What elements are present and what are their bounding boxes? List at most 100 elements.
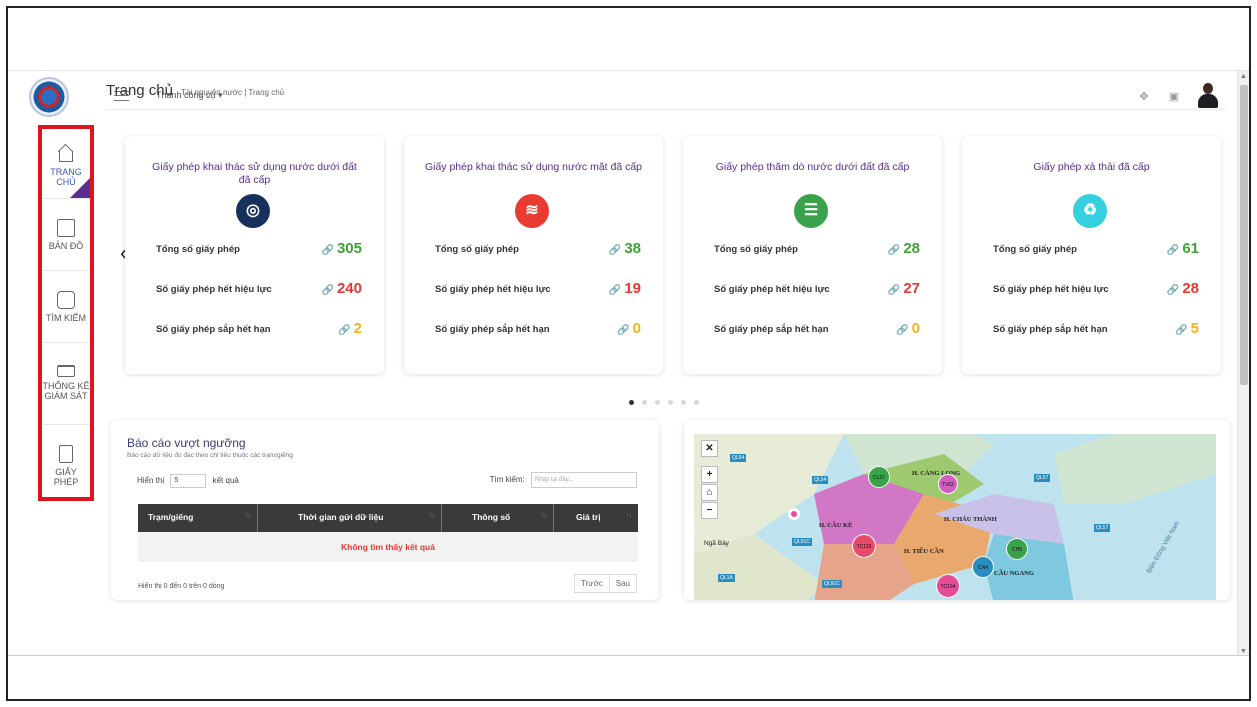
column-header-value[interactable]: Giá trị: [554, 504, 638, 532]
zoom-in-button[interactable]: +: [701, 466, 718, 483]
station-marker[interactable]: CH5: [1006, 538, 1028, 560]
column-header-station[interactable]: Trạm/giếng: [138, 504, 258, 532]
sidebar-item-label: TÌM KIẾM: [46, 313, 86, 323]
card-title: Giấy phép thăm dò nước dưới đất đã cấp: [715, 161, 910, 173]
report-subtitle: Báo cáo dữ liệu đo đạc theo chỉ tiêu thu…: [127, 452, 293, 459]
expired-licenses-value[interactable]: 🔗 240: [322, 280, 362, 297]
value-text: 305: [336, 240, 362, 257]
expiring-licenses-row: Số giấy phép sắp hết hạn 🔗 0: [435, 320, 641, 337]
map-label: H. CẦU KÈ: [819, 522, 853, 529]
link-icon: 🔗: [887, 245, 901, 256]
scrollbar-thumb[interactable]: [1240, 85, 1248, 385]
table-header: Trạm/giếng Thời gian gửi dữ liệu Thông s…: [138, 504, 638, 532]
prev-page-button[interactable]: Trước: [575, 575, 609, 592]
page-title-text: Trang chủ: [106, 82, 173, 99]
license-stat-card[interactable]: Giấy phép thăm dò nước dưới đất đã cấp ☰ T…: [683, 136, 942, 374]
value-text: 5: [1190, 320, 1199, 337]
total-licenses-value[interactable]: 🔗 38: [609, 240, 641, 257]
sidebar-item-license[interactable]: GIẤY PHÉP: [42, 427, 90, 497]
sidebar-item-home[interactable]: TRANG CHỦ: [42, 137, 90, 199]
value-text: 240: [336, 280, 362, 297]
breadcrumb: Tài nguyên nước | Trang chủ: [181, 88, 285, 97]
total-licenses-value[interactable]: 🔗 305: [322, 240, 362, 257]
statistics-icon: [57, 365, 75, 377]
total-licenses-value[interactable]: 🔗 28: [888, 240, 920, 257]
license-icon: [59, 445, 73, 463]
station-marker[interactable]: TC110: [852, 534, 876, 558]
home-extent-icon[interactable]: ⌂: [701, 484, 718, 501]
sidebar-item-map[interactable]: BẢN ĐỒ: [42, 201, 90, 271]
station-marker[interactable]: CN4: [972, 556, 994, 578]
search-input[interactable]: Nhập tại đây...: [531, 472, 637, 488]
lock-screen-icon[interactable]: ▣: [1167, 90, 1181, 103]
value-text: 2: [353, 320, 362, 337]
sidebar-menu: TRANG CHỦ BẢN ĐỒ TÌM KIẾM THỐNG KÊ GIÁM …: [38, 125, 94, 501]
column-header-time[interactable]: Thời gian gửi dữ liệu: [258, 504, 442, 532]
sidebar-item-search[interactable]: TÌM KIẾM: [42, 273, 90, 343]
row-label: Số giấy phép sắp hết hạn: [714, 324, 829, 335]
license-stat-card[interactable]: Giấy phép khai thác sử dụng nước dưới đấ…: [125, 136, 384, 374]
district-cau-ngang: [984, 534, 1074, 600]
link-icon: 🔗: [338, 325, 351, 336]
home-icon: [57, 145, 75, 163]
expiring-licenses-value[interactable]: 🔗 0: [896, 320, 920, 337]
scroll-up-arrow-icon[interactable]: ▲: [1240, 73, 1247, 80]
expiring-licenses-row: Số giấy phép sắp hết hạn 🔗 2: [156, 320, 362, 337]
row-label: Số giấy phép sắp hết hạn: [435, 324, 550, 335]
value-text: 61: [1182, 240, 1199, 257]
page-size-select[interactable]: 5: [170, 474, 207, 488]
row-label: Tổng số giấy phép: [156, 244, 240, 255]
column-header-parameter[interactable]: Thông số: [442, 504, 554, 532]
sidebar-item-label: BẢN ĐỒ: [48, 241, 84, 251]
map-fullscreen-button[interactable]: ✕: [701, 440, 718, 457]
fullscreen-icon[interactable]: ✥: [1137, 90, 1151, 103]
scroll-down-arrow-icon[interactable]: ▼: [1240, 648, 1247, 655]
search-label: Tìm kiếm:: [489, 475, 525, 485]
table-info: Hiển thị 0 đến 0 trên 0 dòng: [138, 583, 225, 590]
road-badge: QL54: [812, 476, 829, 484]
station-marker[interactable]: TC194: [936, 574, 960, 598]
total-licenses-value[interactable]: 🔗 61: [1167, 240, 1199, 257]
carousel-dot[interactable]: [642, 400, 647, 405]
sidebar-item-label: GIẤY PHÉP: [53, 467, 79, 487]
app-logo[interactable]: [29, 77, 69, 117]
map-icon: [57, 219, 75, 237]
page-title: Trang chủ Tài nguyên nước | Trang chủ: [106, 82, 284, 99]
license-stat-card[interactable]: Giấy phép xả thải đã cấp ♻ Tổng số giấy ph…: [962, 136, 1221, 374]
row-label: Tổng số giấy phép: [435, 244, 519, 255]
carousel-dot[interactable]: [629, 400, 634, 405]
expiring-licenses-value[interactable]: 🔗 0: [617, 320, 641, 337]
carousel-dot[interactable]: [694, 400, 699, 405]
expired-licenses-row: Số giấy phép hết hiệu lực 🔗 27: [714, 280, 920, 297]
row-label: Số giấy phép hết hiệu lực: [435, 284, 551, 295]
card-category-icon: ◎: [236, 194, 270, 228]
expired-licenses-row: Số giấy phép hết hiệu lực 🔗 28: [993, 280, 1199, 297]
license-stat-card[interactable]: Giấy phép khai thác sử dụng nước mặt đã …: [404, 136, 663, 374]
expired-licenses-value[interactable]: 🔗 28: [1167, 280, 1199, 297]
carousel-dot[interactable]: [655, 400, 660, 405]
zoom-out-button[interactable]: −: [701, 502, 718, 519]
station-marker[interactable]: TV02: [938, 474, 958, 494]
road-badge: QL54: [730, 454, 747, 462]
station-marker[interactable]: CL37: [868, 466, 890, 488]
road-badge: QL91C: [822, 580, 842, 588]
map-view[interactable]: ✕ + ⌂ − H. CÀNG LONG H. CẦU KÈ H. CHÂU T…: [694, 434, 1216, 600]
carousel-dot[interactable]: [681, 400, 686, 405]
location-pin-icon[interactable]: [788, 508, 800, 520]
carousel-dot[interactable]: [668, 400, 673, 405]
expiring-licenses-value[interactable]: 🔗 5: [1175, 320, 1199, 337]
card-title: Giấy phép khai thác sử dụng nước dưới đấ…: [152, 161, 357, 186]
sidebar-item-statistics[interactable]: THỐNG KÊ GIÁM SÁT: [42, 345, 90, 425]
value-text: 0: [632, 320, 641, 337]
road-badge: QL1A: [718, 574, 735, 582]
user-avatar[interactable]: [1197, 83, 1219, 109]
page-size-control: Hiển thị 5 kết quả: [137, 474, 239, 488]
value-text: 27: [903, 280, 920, 297]
page-scrollbar[interactable]: ▲ ▼: [1237, 71, 1249, 655]
expired-licenses-value[interactable]: 🔗 19: [609, 280, 641, 297]
expired-licenses-value[interactable]: 🔗 27: [888, 280, 920, 297]
show-label: Hiển thị: [137, 476, 165, 486]
next-page-button[interactable]: Sau: [608, 575, 636, 592]
expiring-licenses-value[interactable]: 🔗 2: [338, 320, 362, 337]
value-text: 19: [624, 280, 641, 297]
